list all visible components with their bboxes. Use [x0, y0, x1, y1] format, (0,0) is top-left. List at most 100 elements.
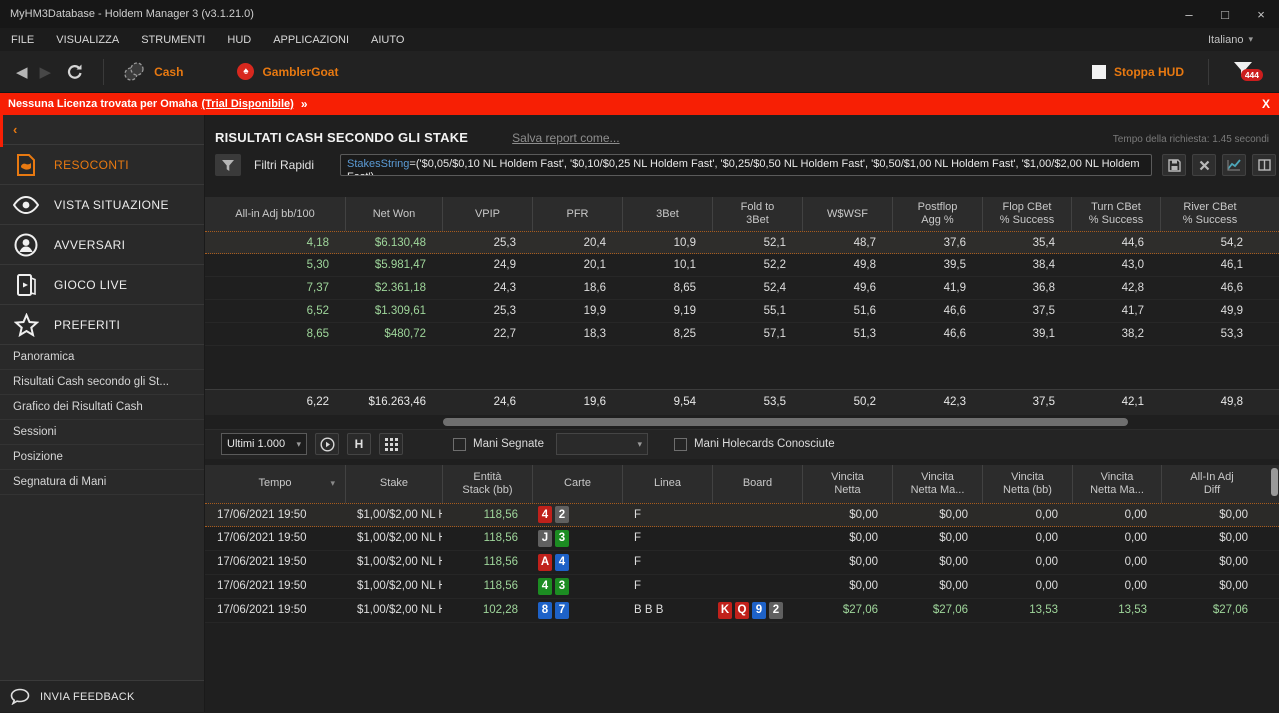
close-button[interactable]: ×	[1243, 0, 1279, 28]
back-button[interactable]: ◀	[16, 63, 28, 81]
hands-column-header[interactable]: Vincita Netta (bb)	[982, 465, 1072, 503]
hand-line: F	[622, 527, 712, 550]
hands-column-header[interactable]: Vincita Netta Ma...	[892, 465, 982, 503]
stakes-column-header[interactable]: PFR	[532, 197, 622, 231]
quick-filter-button[interactable]	[215, 154, 241, 176]
sidebar-item-resoconti[interactable]: RESOCONTI	[0, 145, 204, 185]
hand-board	[712, 504, 802, 526]
stakes-column-header[interactable]: Postflop Agg %	[892, 197, 982, 231]
hand-time: 17/06/2021 19:50	[205, 575, 345, 598]
hands-row[interactable]: 17/06/2021 19:50$1,00/$2,00 NL Holdem Fa…	[205, 527, 1279, 551]
hands-column-header[interactable]: Stake	[345, 465, 442, 503]
hands-row[interactable]: 17/06/2021 19:50$1,00/$2,00 NL Holdem Fa…	[205, 551, 1279, 575]
grid-view-button[interactable]	[379, 433, 403, 455]
sidebar-collapse[interactable]: ‹	[0, 115, 204, 145]
sidebar-report-panoramica[interactable]: Panoramica	[0, 345, 204, 370]
sidebar-report-risultati-stake[interactable]: Risultati Cash secondo gli St...	[0, 370, 204, 395]
sidebar-item-avversari[interactable]: AVVERSARI	[0, 225, 204, 265]
sidebar-report-segnatura[interactable]: Segnatura di Mani	[0, 470, 204, 495]
minimize-button[interactable]: –	[1171, 0, 1207, 28]
stakes-cell: 22,7	[442, 323, 532, 345]
maximize-button[interactable]: □	[1207, 0, 1243, 28]
hands-row[interactable]: 17/06/2021 19:50$1,00/$2,00 NL Holdem Fa…	[205, 599, 1279, 623]
stakes-cell: 8,25	[622, 323, 712, 345]
hands-limit-select[interactable]: Ultimi 1.000 ▾	[221, 433, 307, 455]
hud-toggle-button[interactable]: H	[347, 433, 371, 455]
stakes-column-header[interactable]: Flop CBet % Success	[982, 197, 1071, 231]
player-tab[interactable]: GamblerGoat	[262, 65, 338, 79]
scrollbar-thumb[interactable]	[443, 418, 1128, 426]
banner-close-button[interactable]: X	[1262, 97, 1270, 111]
marked-hands-checkbox[interactable]	[453, 438, 466, 451]
language-selector[interactable]: Italiano ▾	[1208, 34, 1253, 46]
stakes-row[interactable]: 8,65$480,7222,718,38,2557,151,346,639,13…	[205, 323, 1279, 346]
stakes-column-header[interactable]: W$WSF	[802, 197, 892, 231]
cash-tab[interactable]: Cash	[154, 65, 183, 79]
columns-button[interactable]	[1252, 154, 1276, 176]
vertical-scrollbar[interactable]	[1271, 468, 1278, 568]
menu-hud[interactable]: HUD	[216, 34, 262, 46]
save-filter-button[interactable]	[1162, 154, 1186, 176]
chart-view-button[interactable]	[1222, 154, 1246, 176]
hands-column-header[interactable]: Vincita Netta	[802, 465, 892, 503]
hands-column-header[interactable]: Tempo▾	[205, 465, 345, 503]
sidebar-item-gioco-live[interactable]: GIOCO LIVE	[0, 265, 204, 305]
stakes-cell: 24,3	[442, 277, 532, 299]
active-filters-button[interactable]: 444	[1233, 61, 1253, 83]
forward-button[interactable]: ▶	[40, 63, 52, 81]
hands-column-header[interactable]: Carte	[532, 465, 622, 503]
send-feedback-button[interactable]: INVIA FEEDBACK	[0, 680, 204, 712]
hands-column-header[interactable]: Board	[712, 465, 802, 503]
sidebar-report-grafico[interactable]: Grafico dei Risultati Cash	[0, 395, 204, 420]
sidebar-report-sessioni[interactable]: Sessioni	[0, 420, 204, 445]
filter-actions	[1162, 154, 1276, 176]
sidebar-report-posizione[interactable]: Posizione	[0, 445, 204, 470]
hands-column-header[interactable]: Linea	[622, 465, 712, 503]
hands-column-header[interactable]: All-In Adj Diff	[1161, 465, 1262, 503]
menu-file[interactable]: FILE	[0, 34, 45, 46]
stakes-row[interactable]: 5,30$5.981,4724,920,110,152,249,839,538,…	[205, 254, 1279, 277]
stakes-row[interactable]: 4,18$6.130,4825,320,410,952,148,737,635,…	[205, 231, 1279, 254]
scrollbar-thumb[interactable]	[1271, 468, 1278, 496]
stakes-column-header[interactable]: River CBet % Success	[1160, 197, 1259, 231]
sidebar-item-preferiti[interactable]: PREFERITI	[0, 305, 204, 345]
stop-hud-button[interactable]: Stoppa HUD	[1114, 65, 1184, 79]
stakes-total-cell: 53,5	[712, 390, 802, 415]
save-report-link[interactable]: Salva report come...	[512, 131, 619, 145]
menu-applicazioni[interactable]: APPLICAZIONI	[262, 34, 360, 46]
known-holecards-checkbox[interactable]	[674, 438, 687, 451]
sidebar-item-label: GIOCO LIVE	[54, 278, 127, 292]
stakes-column-header[interactable]: Fold to 3Bet	[712, 197, 802, 231]
stakes-column-header[interactable]: Turn CBet % Success	[1071, 197, 1160, 231]
filter-expression-input[interactable]: StakesString=('$0,05/$0,10 NL Holdem Fas…	[340, 154, 1152, 176]
sidebar-item-vista-situazione[interactable]: VISTA SITUAZIONE	[0, 185, 204, 225]
hands-column-header[interactable]: Entità Stack (bb)	[442, 465, 532, 503]
stakes-column-header[interactable]: All-in Adj bb/100	[205, 197, 345, 231]
stakes-column-header[interactable]: Net Won	[345, 197, 442, 231]
stakes-row[interactable]: 7,37$2.361,1824,318,68,6552,449,641,936,…	[205, 277, 1279, 300]
hand-stake: $1,00/$2,00 NL Holdem Fast	[345, 527, 442, 550]
stakes-column-header[interactable]: 3Bet	[622, 197, 712, 231]
horizontal-scrollbar[interactable]	[205, 415, 1279, 429]
clear-filter-button[interactable]	[1192, 154, 1216, 176]
replay-button[interactable]	[315, 433, 339, 455]
stakes-cell: 6,52	[205, 300, 345, 322]
stakes-cell: 55,1	[712, 300, 802, 322]
stop-icon[interactable]	[1092, 65, 1106, 79]
card-2s: 2	[555, 506, 569, 523]
hands-column-header[interactable]: Vincita Netta Ma...	[1072, 465, 1161, 503]
refresh-icon[interactable]	[65, 62, 85, 82]
banner-edge-strip	[0, 115, 3, 147]
menu-visualizza[interactable]: VISUALIZZA	[45, 34, 130, 46]
menu-strumenti[interactable]: STRUMENTI	[130, 34, 216, 46]
stakes-row[interactable]: 6,52$1.309,6125,319,99,1955,151,646,637,…	[205, 300, 1279, 323]
marked-tag-select[interactable]: ▾	[556, 433, 648, 455]
hands-row[interactable]: 17/06/2021 19:50$1,00/$2,00 NL Holdem Fa…	[205, 575, 1279, 599]
menu-aiuto[interactable]: AIUTO	[360, 34, 415, 46]
sidebar-item-label: RESOCONTI	[54, 158, 129, 172]
stakes-column-header[interactable]: VPIP	[442, 197, 532, 231]
hands-row[interactable]: 17/06/2021 19:50$1,00/$2,00 NL Holdem Fa…	[205, 503, 1279, 527]
trial-link[interactable]: (Trial Disponibile)	[202, 98, 294, 110]
line-chart-icon	[1227, 159, 1241, 171]
x-icon	[1199, 160, 1210, 171]
